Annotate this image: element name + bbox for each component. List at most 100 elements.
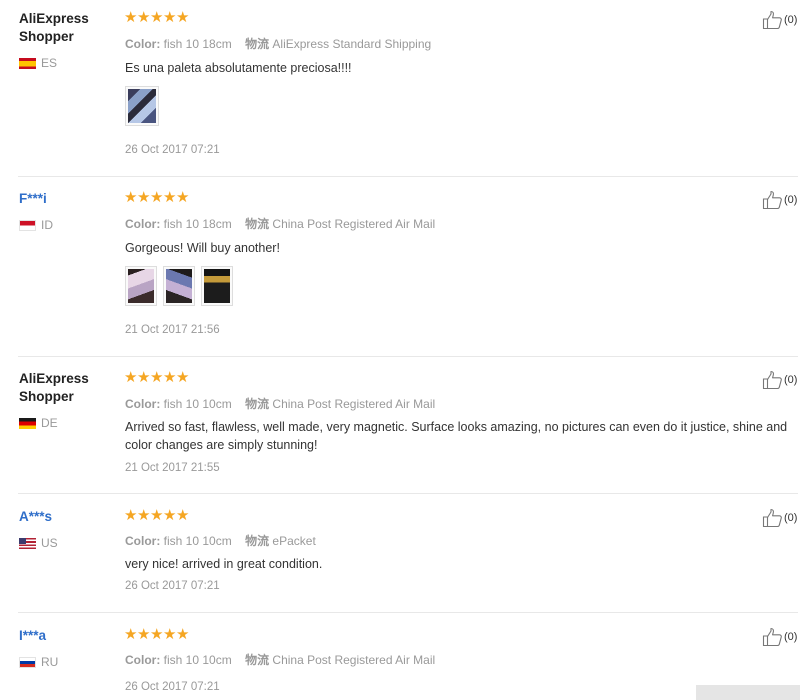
star-icon: ★ — [150, 189, 164, 206]
helpful-button[interactable]: (0) — [762, 370, 797, 390]
review-photo[interactable] — [125, 86, 159, 126]
review-photos — [125, 86, 159, 126]
shipping-value: ePacket — [272, 534, 316, 548]
flag-es-icon — [19, 57, 36, 69]
helpful-count: (0) — [784, 512, 798, 524]
reviewer-name: AliExpress Shopper — [19, 11, 89, 44]
shipping-value: China Post Registered Air Mail — [272, 653, 436, 667]
review-text: very nice! arrived in great condition. — [125, 557, 323, 571]
review-date: 26 Oct 2017 07:21 — [125, 681, 220, 693]
helpful-count: (0) — [784, 631, 798, 643]
shipping-value: China Post Registered Air Mail — [272, 217, 436, 231]
reviewer-country: US — [19, 536, 58, 550]
helpful-button[interactable]: (0) — [762, 10, 797, 30]
helpful-count: (0) — [784, 14, 798, 26]
flag-us-icon — [19, 537, 36, 549]
star-icon: ★ — [124, 507, 138, 524]
helpful-button[interactable]: (0) — [762, 508, 797, 528]
helpful-count: (0) — [784, 374, 798, 386]
star-icon: ★ — [150, 626, 164, 643]
reviewer-name: AliExpress Shopper — [19, 371, 89, 404]
flag-id-icon — [19, 219, 36, 231]
helpful-count: (0) — [784, 194, 798, 206]
color-label: Color: — [125, 217, 161, 231]
star-icon: ★ — [137, 626, 151, 643]
thumbs-up-icon — [762, 370, 783, 390]
star-icon: ★ — [176, 189, 190, 206]
star-icon: ★ — [124, 189, 138, 206]
star-icon: ★ — [163, 9, 177, 26]
country-code: RU — [41, 655, 59, 669]
shipping-label: 物流 — [245, 37, 270, 51]
product-meta: Color: fish 10 10cm 物流 China Post Regist… — [125, 395, 435, 412]
review-text: Arrived so fast, flawless, well made, ve… — [125, 420, 788, 452]
color-value: fish 10 10cm — [163, 534, 232, 548]
product-meta: Color: fish 10 18cm 物流 AliExpress Standa… — [125, 35, 431, 52]
review-item: A***s US ★ ★ ★ ★ ★ Color: fish 10 10cm 物流 eP… — [0, 498, 800, 612]
star-icon: ★ — [163, 507, 177, 524]
star-icon: ★ — [150, 9, 164, 26]
star-icon: ★ — [163, 369, 177, 386]
shipping-label: 物流 — [245, 217, 270, 231]
review-photos — [125, 266, 233, 306]
flag-ru-icon — [19, 656, 36, 668]
country-code: ID — [41, 218, 53, 232]
review-photo[interactable] — [201, 266, 233, 306]
bottom-right-panel — [696, 685, 800, 700]
star-icon: ★ — [150, 507, 164, 524]
review-date: 26 Oct 2017 07:21 — [125, 144, 220, 156]
review-photo[interactable] — [125, 266, 157, 306]
star-icon: ★ — [176, 9, 190, 26]
star-icon: ★ — [163, 626, 177, 643]
country-code: ES — [41, 56, 58, 70]
shipping-value: China Post Registered Air Mail — [272, 397, 436, 411]
star-icon: ★ — [124, 369, 138, 386]
flag-de-icon — [19, 417, 36, 429]
shipping-value: AliExpress Standard Shipping — [272, 37, 432, 51]
star-rating: ★ ★ ★ ★ ★ — [124, 508, 189, 524]
star-icon: ★ — [124, 9, 138, 26]
shipping-label: 物流 — [245, 653, 270, 667]
shipping-label: 物流 — [245, 534, 270, 548]
review-date: 21 Oct 2017 21:55 — [125, 462, 220, 474]
star-icon: ★ — [137, 9, 151, 26]
color-value: fish 10 10cm — [163, 397, 232, 411]
thumbs-up-icon — [762, 10, 783, 30]
star-rating: ★ ★ ★ ★ ★ — [124, 627, 189, 643]
reviewer-country: RU — [19, 655, 58, 669]
thumbs-up-icon — [762, 190, 783, 210]
color-value: fish 10 10cm — [163, 653, 232, 667]
review-item: I***a RU ★ ★ ★ ★ ★ Color: fish 10 10cm 物流 Ch… — [0, 617, 800, 700]
reviewer-country: ID — [19, 218, 53, 232]
star-icon: ★ — [137, 507, 151, 524]
star-rating: ★ ★ ★ ★ ★ — [124, 190, 189, 206]
star-icon: ★ — [137, 189, 151, 206]
review-divider — [18, 176, 798, 177]
star-rating: ★ ★ ★ ★ ★ — [124, 10, 189, 26]
star-icon: ★ — [176, 369, 190, 386]
review-divider — [18, 493, 798, 494]
review-item: AliExpress Shopper DE ★ ★ ★ ★ ★ Color: fish … — [0, 360, 800, 493]
star-icon: ★ — [176, 626, 190, 643]
reviewer-name: F***i — [19, 191, 47, 206]
reviewer-country: ES — [19, 56, 57, 70]
review-item: F***i ID ★ ★ ★ ★ ★ Color: fish 10 18cm 物流 Ch… — [0, 180, 800, 356]
star-icon: ★ — [150, 369, 164, 386]
review-photo[interactable] — [163, 266, 195, 306]
star-icon: ★ — [137, 369, 151, 386]
thumbs-up-icon — [762, 508, 783, 528]
review-item: AliExpress Shopper ES ★ ★ ★ ★ ★ Color: fish … — [0, 0, 800, 176]
country-code: US — [41, 536, 58, 550]
star-icon: ★ — [124, 626, 138, 643]
product-meta: Color: fish 10 10cm 物流 ePacket — [125, 532, 316, 549]
review-date: 26 Oct 2017 07:21 — [125, 580, 220, 592]
helpful-button[interactable]: (0) — [762, 627, 797, 647]
thumbs-up-icon — [762, 627, 783, 647]
review-text: Es una paleta absolutamente preciosa!!!! — [125, 61, 352, 75]
country-code: DE — [41, 416, 58, 430]
star-icon: ★ — [163, 189, 177, 206]
color-value: fish 10 18cm — [163, 217, 232, 231]
review-divider — [18, 356, 798, 357]
helpful-button[interactable]: (0) — [762, 190, 797, 210]
product-meta: Color: fish 10 18cm 物流 China Post Regist… — [125, 215, 435, 232]
